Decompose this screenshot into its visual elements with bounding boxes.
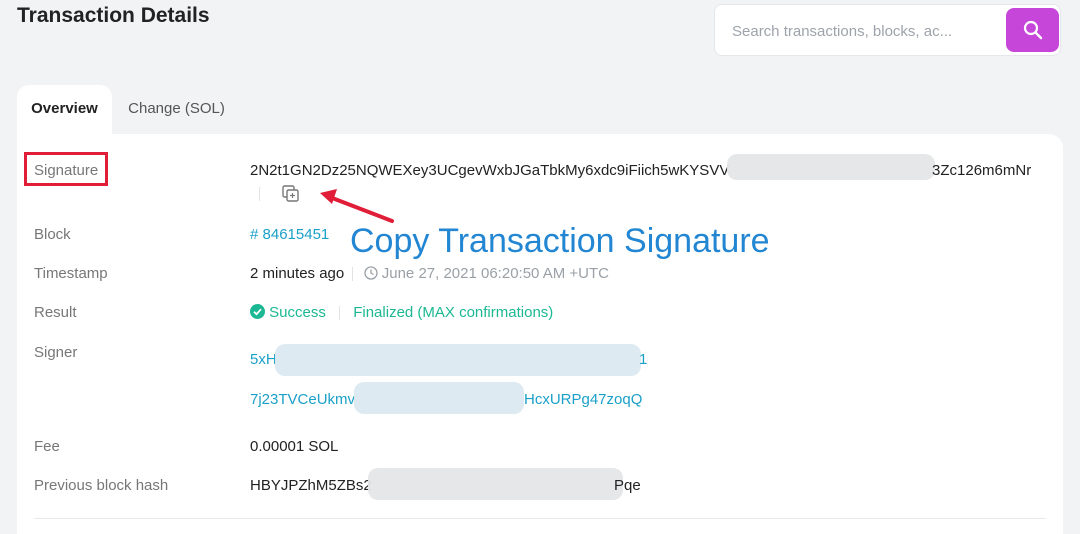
search-button[interactable] xyxy=(1006,8,1059,52)
redaction xyxy=(368,468,623,500)
search-input[interactable] xyxy=(723,13,1014,49)
redaction xyxy=(354,382,524,414)
timestamp-label: Timestamp xyxy=(34,265,108,282)
signer-label: Signer xyxy=(34,344,78,361)
previous-block-hash-end: Pqe xyxy=(614,477,641,494)
signature-value: 2N2t1GN2Dz25NQWEXey3UCgevWxbJGaTbkMy6xdc… xyxy=(250,162,729,179)
check-circle-icon xyxy=(250,304,265,319)
redaction xyxy=(275,344,641,376)
signature-value-start: 2N2t1GN2Dz25NQWEXey3UCgevWxbJGaTbkMy6xdc… xyxy=(250,162,730,179)
divider xyxy=(339,306,341,321)
signer-1-end[interactable]: 1 xyxy=(639,351,647,368)
copy-icon[interactable] xyxy=(281,184,301,204)
signer-2-end[interactable]: HcxURPg47zoqQ xyxy=(524,391,642,408)
divider xyxy=(352,267,354,282)
timestamp-absolute: June 27, 2021 06:20:50 AM +UTC xyxy=(381,265,609,282)
transaction-details-card: Signature 2N2t1GN2Dz25NQWEXey3UCgevWxbJG… xyxy=(17,134,1063,534)
divider xyxy=(259,187,260,201)
result-label: Result xyxy=(34,304,77,321)
page-title: Transaction Details xyxy=(17,4,210,27)
timestamp-value: 2 minutes ago June 27, 2021 06:20:50 AM … xyxy=(250,265,609,282)
result-status: Success xyxy=(269,304,326,321)
search-bar xyxy=(714,4,1061,56)
block-link[interactable]: # 84615451 xyxy=(250,226,329,243)
fee-label: Fee xyxy=(34,438,60,455)
tab-overview[interactable]: Overview xyxy=(17,85,112,135)
fee-value: 0.00001 SOL xyxy=(250,438,339,455)
redaction xyxy=(727,154,935,180)
signer-1-start[interactable]: 5xH xyxy=(250,351,277,368)
previous-block-hash-start: HBYJPZhM5ZBs2 xyxy=(250,477,372,494)
divider xyxy=(34,518,1046,519)
clock-icon xyxy=(363,266,378,280)
signature-value-end: 3Zc126m6mNr xyxy=(932,162,1032,179)
search-icon xyxy=(1023,20,1042,40)
annotation-text: Copy Transaction Signature xyxy=(350,222,770,260)
block-label: Block xyxy=(34,226,71,243)
tab-change-sol[interactable]: Change (SOL) xyxy=(124,85,229,135)
signature-label: Signature xyxy=(34,162,99,179)
signer-2-start[interactable]: 7j23TVCeUkmv xyxy=(250,391,355,408)
timestamp-relative: 2 minutes ago xyxy=(250,265,345,282)
result-value: Success Finalized (MAX confirmations) xyxy=(250,304,553,321)
previous-block-hash-label: Previous block hash xyxy=(34,477,169,494)
result-finality: Finalized (MAX confirmations) xyxy=(353,304,554,321)
